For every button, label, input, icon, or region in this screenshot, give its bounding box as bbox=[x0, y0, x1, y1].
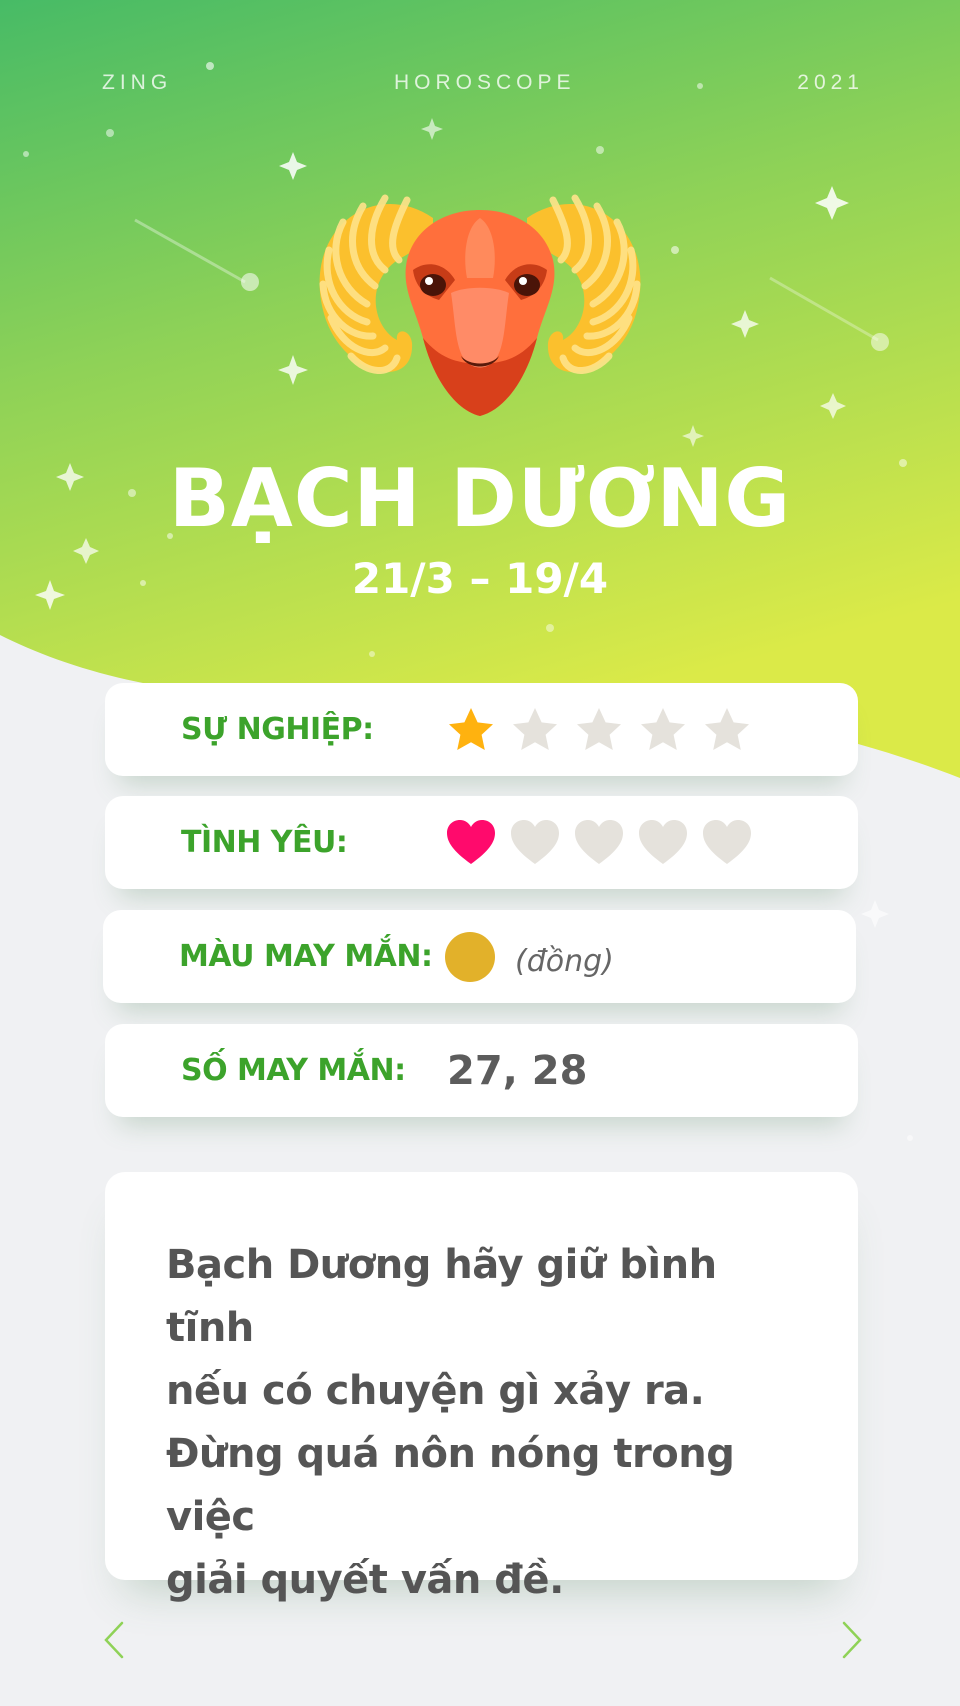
career-rating bbox=[445, 704, 765, 756]
lucky-color-value: (đồng) bbox=[445, 931, 614, 982]
chevron-left-icon bbox=[104, 1621, 124, 1659]
lucky-numbers-value: 27, 28 bbox=[447, 1048, 587, 1094]
advice-text: Bạch Dương hãy giữ bình tĩnh nếu có chuy… bbox=[166, 1242, 735, 1603]
sign-date-range: 21/3 – 19/4 bbox=[351, 554, 609, 603]
empty-heart-icon bbox=[703, 819, 751, 864]
lucky-numbers: 27, 28 bbox=[447, 1047, 588, 1094]
empty-star-icon bbox=[513, 707, 557, 750]
love-card: TÌNH YÊU: bbox=[105, 796, 858, 889]
brand-label: ZING bbox=[102, 71, 173, 94]
next-button[interactable] bbox=[833, 1620, 873, 1660]
lucky-numbers-label: SỐ MAY MẮN: bbox=[181, 1053, 406, 1088]
color-swatch bbox=[445, 931, 495, 982]
chevron-right-icon bbox=[842, 1621, 862, 1659]
aries-ram-icon bbox=[319, 194, 641, 416]
section-label: HOROSCOPE bbox=[393, 71, 576, 94]
empty-heart-icon bbox=[639, 819, 687, 864]
lucky-color-label: MÀU MAY MẮN: bbox=[179, 939, 433, 974]
empty-star-icon bbox=[641, 707, 685, 750]
prev-button[interactable] bbox=[93, 1620, 133, 1660]
year-label: 2021 bbox=[797, 71, 864, 94]
lucky-numbers-card: SỐ MAY MẮN: 27, 28 bbox=[105, 1024, 858, 1117]
career-card: SỰ NGHIỆP: bbox=[105, 683, 858, 776]
empty-star-icon bbox=[577, 707, 621, 750]
empty-heart-icon bbox=[575, 819, 623, 864]
color-name: (đồng) bbox=[515, 944, 614, 979]
career-label: SỰ NGHIỆP: bbox=[181, 712, 374, 747]
empty-star-icon bbox=[705, 707, 749, 750]
sign-name: BẠCH DƯƠNG bbox=[168, 452, 792, 545]
advice-card: Bạch Dương hãy giữ bình tĩnh nếu có chuy… bbox=[105, 1172, 858, 1603]
empty-heart-icon bbox=[511, 819, 559, 864]
top-bar: ZING HOROSCOPE 2021 bbox=[102, 68, 864, 98]
lucky-color-card: MÀU MAY MẮN: (đồng) bbox=[103, 910, 856, 1003]
filled-heart-icon bbox=[447, 819, 495, 864]
love-label: TÌNH YÊU: bbox=[181, 825, 348, 860]
love-rating bbox=[445, 817, 765, 869]
filled-star-icon bbox=[449, 707, 493, 750]
